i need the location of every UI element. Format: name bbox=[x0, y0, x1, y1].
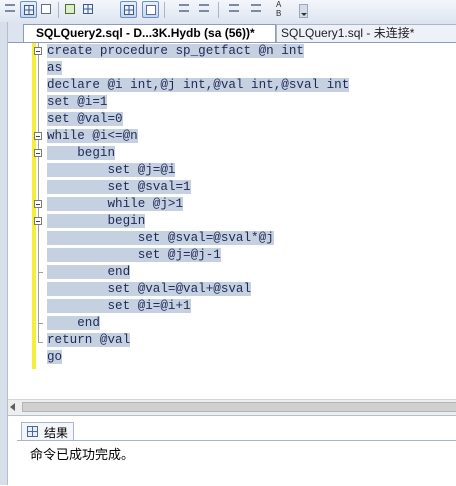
toolbar-separator bbox=[164, 2, 165, 18]
decrease-indent-icon[interactable] bbox=[226, 1, 243, 18]
fold-end-marker bbox=[38, 323, 43, 324]
side-panel-strip bbox=[0, 22, 8, 485]
code-line: begin bbox=[47, 146, 116, 160]
code-line: set @sval=@sval*@j bbox=[47, 231, 274, 245]
tab-sqlquery1[interactable]: SQLQuery1.sql - 未连接* bbox=[276, 24, 456, 42]
code-line: set @sval=1 bbox=[47, 180, 191, 194]
outline-guide bbox=[38, 43, 39, 343]
results-to-grid-icon[interactable] bbox=[20, 1, 37, 18]
results-pane: 结果 命令已成功完成。 bbox=[8, 415, 456, 486]
results-tab-label: 结果 bbox=[44, 426, 69, 440]
scrollbar-thumb[interactable] bbox=[22, 402, 456, 412]
horizontal-scrollbar[interactable] bbox=[8, 399, 456, 415]
results-to-text-icon[interactable] bbox=[2, 1, 19, 18]
toolbar-separator bbox=[58, 2, 59, 18]
fold-end-marker bbox=[38, 342, 43, 343]
code-line: declare @i int,@j int,@val int,@sval int bbox=[47, 78, 350, 92]
fold-end-marker bbox=[38, 272, 43, 273]
client-stats-icon[interactable] bbox=[120, 1, 137, 18]
collapse-inner-while-icon[interactable] bbox=[34, 200, 42, 208]
sql-editor[interactable]: create procedure sp_getfact @n int as de… bbox=[8, 43, 456, 398]
collapse-procedure-icon[interactable] bbox=[34, 47, 42, 55]
status-message: 命令已成功完成。 bbox=[30, 447, 135, 462]
code-line: set @i=1 bbox=[47, 95, 108, 109]
code-line: create procedure sp_getfact @n int bbox=[47, 44, 304, 58]
display-plan-icon[interactable] bbox=[62, 1, 79, 18]
tab-sqlquery2[interactable]: SQLQuery2.sql - D...3K.Hydb (sa (56))* bbox=[23, 24, 276, 42]
code-line: go bbox=[47, 350, 63, 364]
code-line: set @j=@j-1 bbox=[47, 248, 221, 262]
results-grid-icon bbox=[27, 426, 38, 437]
document-tabs: SQLQuery2.sql - D...3K.Hydb (sa (56))* S… bbox=[8, 22, 456, 43]
results-to-file-icon[interactable] bbox=[38, 1, 55, 18]
code-text[interactable]: create procedure sp_getfact @n int as de… bbox=[47, 43, 350, 366]
collapse-while-icon[interactable] bbox=[34, 132, 42, 140]
results-divider bbox=[17, 440, 456, 441]
query-toolbar: A B bbox=[0, 0, 456, 23]
code-line: end bbox=[47, 316, 100, 330]
toolbar-separator bbox=[218, 2, 219, 18]
collapse-inner-begin-icon[interactable] bbox=[34, 217, 42, 225]
code-line: as bbox=[47, 61, 63, 75]
code-line: set @i=@i+1 bbox=[47, 299, 191, 313]
code-line: set @j=@i bbox=[47, 163, 176, 177]
scroll-left-icon[interactable] bbox=[10, 403, 15, 411]
code-line: set @val=@val+@sval bbox=[47, 282, 252, 296]
query-options-icon[interactable] bbox=[142, 1, 159, 18]
specify-values-icon[interactable]: A B bbox=[276, 0, 281, 18]
comment-icon[interactable] bbox=[176, 1, 193, 18]
code-line: begin bbox=[47, 214, 146, 228]
code-line: end bbox=[47, 265, 131, 279]
tab-results[interactable]: 结果 bbox=[21, 422, 74, 441]
uncomment-icon[interactable] bbox=[196, 1, 213, 18]
code-line: return @val bbox=[47, 333, 131, 347]
increase-indent-icon[interactable] bbox=[248, 1, 265, 18]
code-line: set @val=0 bbox=[47, 112, 123, 126]
collapse-begin-icon[interactable] bbox=[34, 149, 42, 157]
toolbar-overflow-dropdown[interactable] bbox=[299, 4, 308, 18]
include-plan-icon[interactable] bbox=[80, 1, 97, 18]
code-line: while @j>1 bbox=[47, 197, 184, 211]
code-line: while @i<=@n bbox=[47, 129, 138, 143]
